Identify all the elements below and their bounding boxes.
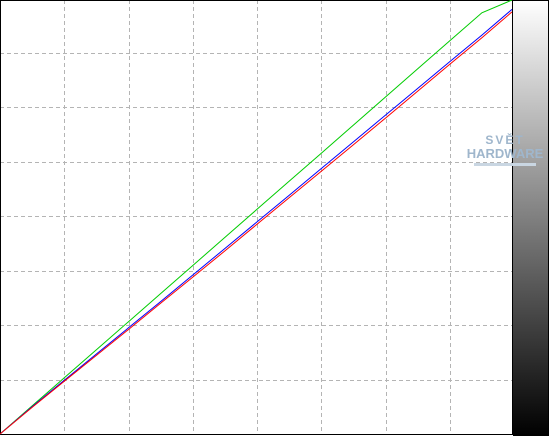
chart-container: SVĚT HARDWARE [0, 0, 549, 436]
chart-svg [0, 0, 549, 436]
gradient-scale-bar [513, 0, 549, 436]
page-background [0, 0, 549, 436]
